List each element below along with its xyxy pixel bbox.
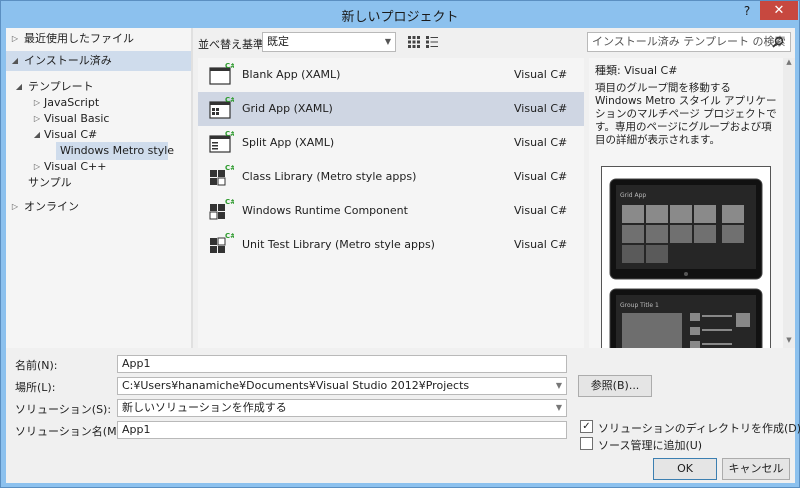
chevron-down-icon[interactable]: ▼ — [556, 400, 562, 416]
template-search-input[interactable]: インストール済み テンプレート の検索 — [587, 32, 791, 52]
location-value: C:¥Users¥hanamiche¥Documents¥Visual Stud… — [122, 379, 470, 392]
dialog-title: 新しいプロジェクト — [341, 10, 459, 25]
cancel-button[interactable]: キャンセル — [722, 458, 790, 480]
svg-text:C#: C# — [225, 130, 234, 138]
project-name-input[interactable]: App1 — [117, 355, 567, 373]
pane-divider[interactable] — [191, 28, 193, 348]
expanded-arrow-icon: ◢ — [11, 56, 19, 65]
source-control-label: ソース管理に追加(U) — [598, 439, 703, 452]
new-project-dialog: 新しいプロジェクト ? ✕ ▷ 最近使用したファイル ◢ インストール済み ◢ … — [0, 0, 800, 488]
template-name: Unit Test Library (Metro style apps) — [242, 238, 435, 251]
grid-app-icon: C# — [209, 96, 234, 119]
template-name: Split App (XAML) — [242, 136, 335, 149]
solution-name-input[interactable]: App1 — [117, 421, 567, 439]
template-name: Windows Runtime Component — [242, 204, 408, 217]
template-language: Visual C# — [514, 68, 568, 81]
svg-text:C#: C# — [225, 232, 234, 240]
tree-item-label: サンプル — [28, 176, 72, 189]
details-scrollbar[interactable]: ▲ ▼ — [783, 58, 795, 348]
solution-name-label: ソリューション名(M): — [15, 425, 125, 438]
create-directory-checkbox[interactable]: ✓ — [580, 420, 593, 433]
search-placeholder: インストール済み テンプレート の検索 — [592, 35, 786, 48]
template-language: Visual C# — [514, 102, 568, 115]
template-name: Class Library (Metro style apps) — [242, 170, 417, 183]
sort-select[interactable]: 既定 ▼ — [262, 32, 396, 52]
template-language: Visual C# — [514, 170, 568, 183]
template-item-split-app[interactable]: C# Split App (XAML) Visual C# — [198, 126, 584, 160]
solution-label: ソリューション(S): — [15, 403, 112, 416]
help-button[interactable]: ? — [735, 2, 759, 20]
template-item-runtime-component[interactable]: C# Windows Runtime Component Visual C# — [198, 194, 584, 228]
tree-item-installed[interactable]: ◢ インストール済み — [6, 51, 191, 71]
ok-button[interactable]: OK — [653, 458, 717, 480]
solution-name-value: App1 — [122, 423, 151, 436]
list-view-icon[interactable] — [426, 36, 438, 48]
template-category-tree: ▷ 最近使用したファイル ◢ インストール済み ◢ テンプレート ▷ JavaS… — [6, 28, 191, 348]
title-bar[interactable]: 新しいプロジェクト ? ✕ — [1, 1, 799, 27]
template-language: Visual C# — [514, 136, 568, 149]
tree-item-samples[interactable]: サンプル — [6, 173, 191, 193]
create-directory-label: ソリューションのディレクトリを作成(D) — [598, 422, 800, 435]
type-label: 種類: — [595, 64, 621, 77]
tree-item-label: オンライン — [24, 200, 79, 213]
svg-text:C#: C# — [225, 96, 234, 104]
svg-text:C#: C# — [225, 198, 234, 206]
small-icons-view-icon[interactable] — [408, 36, 420, 48]
solution-value: 新しいソリューションを作成する — [122, 401, 287, 414]
svg-text:C#: C# — [225, 164, 234, 172]
template-item-grid-app[interactable]: C# Grid App (XAML) Visual C# — [198, 92, 584, 126]
location-combobox[interactable]: C:¥Users¥hanamiche¥Documents¥Visual Stud… — [117, 377, 567, 395]
unit-test-icon: C# — [210, 232, 234, 253]
close-button[interactable]: ✕ — [760, 1, 798, 20]
tree-item-online[interactable]: ▷ オンライン — [6, 197, 191, 217]
chevron-down-icon: ▼ — [384, 37, 391, 46]
template-details-pane: 種類: Visual C# 項目のグループ間を移動する Windows Metr… — [589, 58, 783, 348]
template-name: Grid App (XAML) — [242, 102, 333, 115]
chevron-down-icon[interactable]: ▼ — [556, 378, 562, 394]
template-list: C# Blank App (XAML) Visual C# C# Grid Ap… — [198, 58, 584, 348]
template-description: 項目のグループ間を移動する Windows Metro スタイル アプリケーショ… — [595, 82, 777, 146]
template-item-unit-test[interactable]: C# Unit Test Library (Metro style apps) … — [198, 228, 584, 262]
template-item-blank-app[interactable]: C# Blank App (XAML) Visual C# — [198, 58, 584, 92]
name-label: 名前(N): — [15, 359, 58, 372]
tree-item-recent[interactable]: ▷ 最近使用したファイル — [6, 29, 191, 49]
preview-tablet-screens: Grid App Group Title 1 — [609, 178, 763, 348]
tree-item-label: 最近使用したファイル — [24, 32, 134, 45]
dialog-client-area: ▷ 最近使用したファイル ◢ インストール済み ◢ テンプレート ▷ JavaS… — [6, 28, 800, 483]
template-language: Visual C# — [514, 238, 568, 251]
browse-button[interactable]: 参照(B)... — [578, 375, 652, 397]
type-value: Visual C# — [624, 64, 678, 77]
collapsed-arrow-icon: ▷ — [11, 202, 19, 211]
preview-title-1: Grid App — [620, 192, 646, 199]
runtime-component-icon: C# — [209, 198, 234, 220]
template-preview-image: Grid App Group Title 1 — [601, 166, 771, 348]
source-control-checkbox[interactable] — [580, 437, 593, 450]
project-name-value: App1 — [122, 357, 151, 370]
scroll-down-arrow-icon[interactable]: ▼ — [783, 336, 795, 348]
scroll-up-arrow-icon[interactable]: ▲ — [783, 58, 795, 70]
solution-select[interactable]: 新しいソリューションを作成する ▼ — [117, 399, 567, 417]
split-app-icon: C# — [209, 130, 234, 153]
template-name: Blank App (XAML) — [242, 68, 341, 81]
template-item-class-library[interactable]: C# Class Library (Metro style apps) Visu… — [198, 160, 584, 194]
template-language: Visual C# — [514, 204, 568, 217]
search-icon[interactable] — [772, 36, 784, 48]
svg-text:C#: C# — [225, 62, 234, 70]
sort-label: 並べ替え基準: — [198, 38, 268, 51]
tree-item-label: インストール済み — [24, 54, 112, 67]
blank-app-icon: C# — [209, 62, 234, 85]
location-label: 場所(L): — [15, 381, 56, 394]
collapsed-arrow-icon: ▷ — [11, 34, 19, 43]
preview-title-2: Group Title 1 — [620, 302, 659, 309]
class-library-icon: C# — [210, 164, 234, 186]
sort-select-value: 既定 — [267, 35, 289, 48]
type-row: 種類: Visual C# — [595, 62, 677, 78]
